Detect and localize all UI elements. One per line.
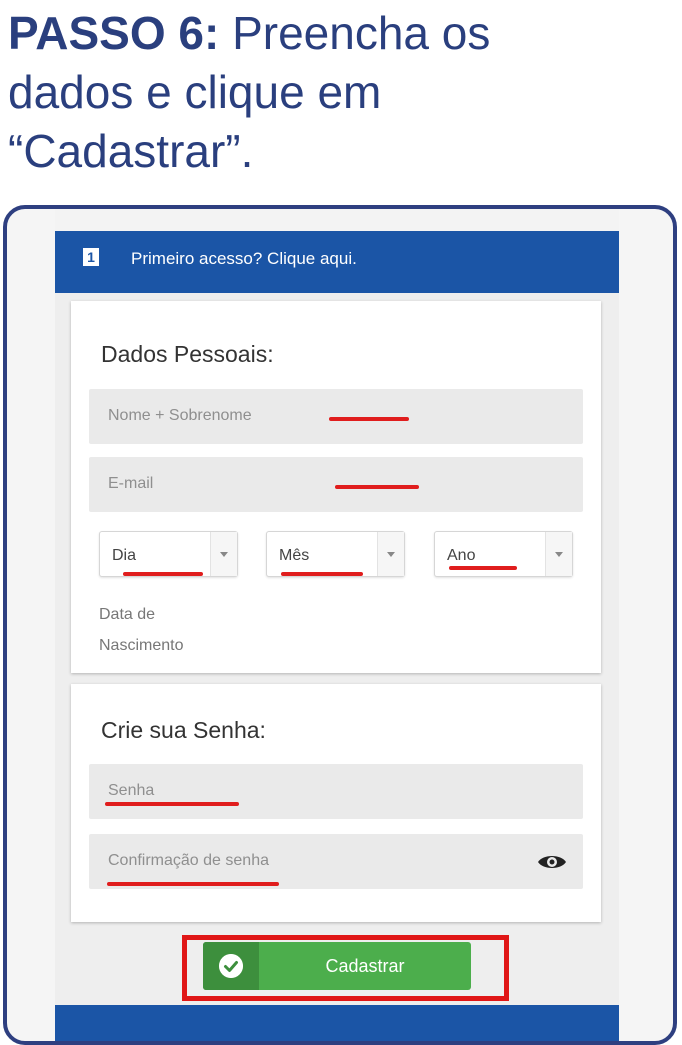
register-button-label: Cadastrar [325, 956, 405, 976]
password-section-title: Crie sua Senha: [101, 717, 266, 743]
password-field[interactable]: Senha [89, 764, 583, 819]
confirm-password-field[interactable]: Confirmação de senha [89, 834, 583, 889]
day-dropdown-arrow[interactable] [210, 532, 237, 576]
highlight-underline [107, 882, 279, 886]
instruction-line-2: dados e clique em [8, 66, 382, 118]
instruction-line-1: Preencha os [232, 7, 491, 59]
chevron-down-icon [387, 552, 395, 557]
year-dropdown-arrow[interactable] [545, 532, 572, 576]
highlight-underline [105, 802, 239, 806]
step-number: PASSO 6: [8, 7, 220, 59]
birth-date-label: Data de Nascimento [99, 599, 183, 661]
birth-date-label-line-1: Data de [99, 606, 156, 623]
birth-date-label-line-2: Nascimento [99, 637, 184, 654]
password-card: Crie sua Senha: Senha Confirmação de sen… [71, 684, 601, 922]
footer-bar [55, 1005, 619, 1041]
year-select[interactable]: Ano [434, 531, 573, 577]
register-button[interactable]: Cadastrar [203, 942, 471, 990]
day-select[interactable]: Dia [99, 531, 238, 577]
month-dropdown-arrow[interactable] [377, 532, 404, 576]
highlight-underline [449, 566, 517, 570]
highlight-underline [329, 417, 409, 421]
month-select[interactable]: Mês [266, 531, 405, 577]
month-select-value: Mês [279, 547, 310, 564]
confirm-password-placeholder: Confirmação de senha [108, 852, 269, 869]
day-select-value: Dia [112, 547, 137, 564]
instruction-line-3: “Cadastrar”. [8, 125, 254, 177]
register-button-icon-area [203, 942, 259, 990]
email-placeholder: E-mail [108, 475, 154, 492]
highlight-underline [281, 572, 363, 576]
personal-data-title: Dados Pessoais: [101, 341, 274, 367]
first-access-banner[interactable]: 1 Primeiro acesso? Clique aqui. [55, 231, 619, 293]
eye-icon[interactable] [537, 852, 567, 872]
name-placeholder: Nome + Sobrenome [108, 407, 252, 424]
chevron-down-icon [220, 552, 228, 557]
check-circle-icon [219, 954, 243, 978]
highlight-underline [123, 572, 203, 576]
personal-data-card: Dados Pessoais: Nome + Sobrenome E-mail … [71, 301, 601, 673]
screenshot-frame: 1 Primeiro acesso? Clique aqui. Dados Pe… [3, 205, 677, 1045]
step-badge: 1 [83, 248, 99, 266]
year-select-value: Ano [447, 547, 476, 564]
instruction-heading: PASSO 6: Preencha os dados e clique em “… [8, 4, 678, 181]
password-placeholder: Senha [108, 782, 155, 799]
first-access-link[interactable]: Primeiro acesso? Clique aqui. [131, 249, 357, 269]
top-strip [55, 209, 619, 231]
registration-screen: 1 Primeiro acesso? Clique aqui. Dados Pe… [55, 209, 619, 1041]
chevron-down-icon [555, 552, 563, 557]
highlight-underline [335, 485, 419, 489]
